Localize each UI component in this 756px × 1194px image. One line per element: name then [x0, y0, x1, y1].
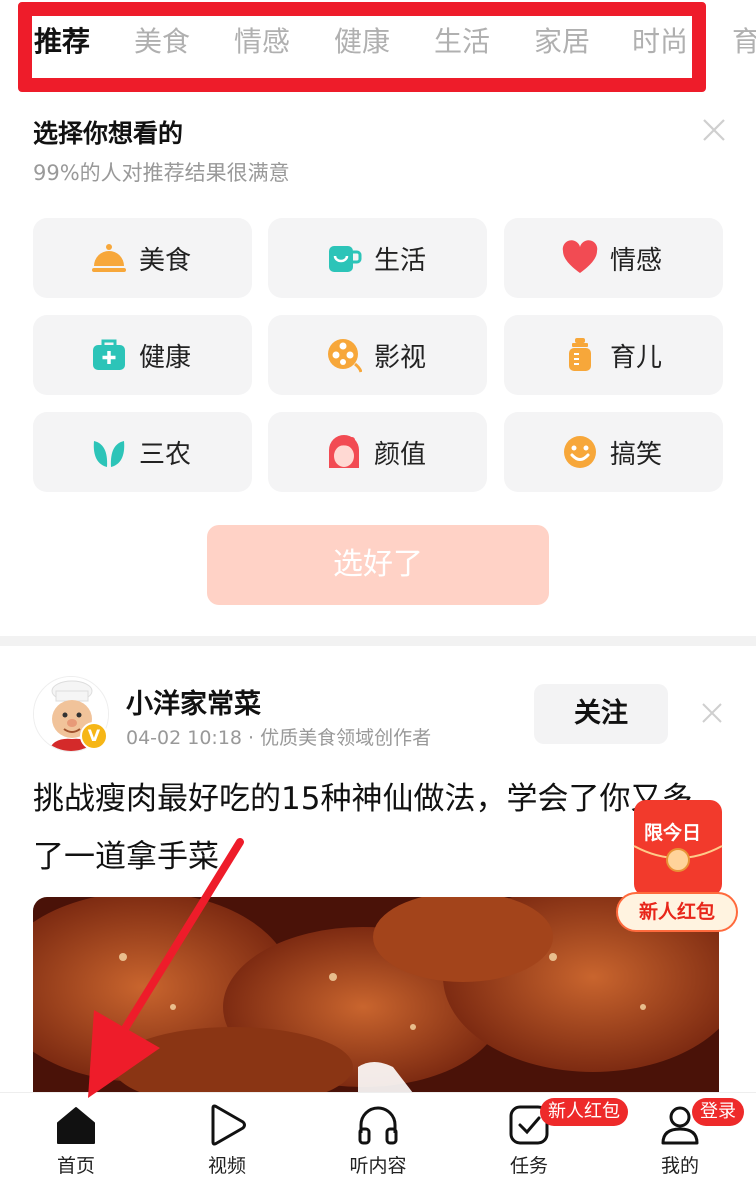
heart-icon — [562, 240, 598, 273]
headphones-icon — [358, 1106, 398, 1145]
section-divider — [0, 636, 756, 646]
tab-emotion[interactable]: 情感 — [234, 20, 290, 60]
preference-title: 选择你想看的 — [33, 119, 184, 148]
category-label: 三农 — [139, 440, 192, 470]
category-label: 情感 — [610, 246, 663, 276]
category-label: 搞笑 — [610, 440, 663, 470]
category-looks[interactable]: 颜值 — [268, 412, 487, 492]
play-icon — [211, 1104, 246, 1146]
medical-kit-icon — [93, 339, 125, 370]
promo-today-text: 限今日 — [644, 822, 702, 844]
baby-bottle-icon — [569, 338, 591, 371]
leaf-icon — [93, 441, 125, 467]
verified-badge-icon: V — [80, 722, 108, 750]
tab-parenting-partial[interactable]: 育 — [732, 20, 756, 60]
category-parenting[interactable]: 育儿 — [504, 315, 723, 395]
top-tab-bar: 推荐 美食 情感 健康 生活 家居 时尚 育 — [0, 0, 756, 82]
category-life[interactable]: 生活 — [268, 218, 487, 298]
tasks-badge: 新人红包 — [540, 1098, 628, 1126]
tab-health[interactable]: 健康 — [334, 20, 390, 60]
tab-food[interactable]: 美食 — [134, 20, 190, 60]
close-icon[interactable] — [700, 701, 724, 725]
category-label: 颜值 — [374, 440, 427, 470]
post-meta: 04-02 10:18 · 优质美食领域创作者 — [126, 727, 432, 749]
category-label: 育儿 — [610, 343, 663, 373]
nav-label: 任务 — [509, 1155, 548, 1177]
done-button[interactable]: 选好了 — [207, 525, 549, 605]
nav-video[interactable]: 视频 — [167, 1093, 287, 1193]
category-emotion[interactable]: 情感 — [504, 218, 723, 298]
category-label: 健康 — [139, 343, 192, 373]
category-food[interactable]: 美食 — [33, 218, 252, 298]
author-name[interactable]: 小洋家常菜 — [126, 682, 261, 721]
nav-label: 首页 — [56, 1155, 95, 1177]
nav-label: 视频 — [207, 1155, 246, 1177]
nav-home[interactable]: 首页 — [16, 1093, 136, 1193]
close-icon[interactable] — [700, 116, 728, 144]
category-label: 美食 — [139, 246, 192, 276]
category-label: 生活 — [374, 246, 427, 276]
bottom-nav: 首页 视频 听内容 任务 我的 新人红包 登录 — [0, 1092, 756, 1194]
home-icon — [57, 1107, 95, 1144]
tab-life[interactable]: 生活 — [434, 20, 490, 60]
nav-label: 听内容 — [349, 1155, 407, 1177]
nav-label: 我的 — [660, 1155, 699, 1177]
film-reel-icon — [328, 339, 362, 373]
category-film[interactable]: 影视 — [268, 315, 487, 395]
category-comedy[interactable]: 搞笑 — [504, 412, 723, 492]
category-agriculture[interactable]: 三农 — [33, 412, 252, 492]
tab-fashion[interactable]: 时尚 — [632, 20, 688, 60]
follow-button[interactable]: 关注 — [534, 684, 668, 744]
category-label: 影视 — [374, 343, 427, 373]
face-icon — [329, 435, 359, 468]
food-cloche-icon — [92, 244, 126, 272]
nav-listen[interactable]: 听内容 — [318, 1093, 438, 1193]
smile-icon — [564, 436, 596, 468]
preference-subtitle: 99%的人对推荐结果很满意 — [33, 161, 290, 185]
login-badge[interactable]: 登录 — [692, 1098, 744, 1126]
cup-icon — [329, 246, 362, 272]
category-health[interactable]: 健康 — [33, 315, 252, 395]
promo-label: 新人红包 — [616, 892, 738, 932]
tab-recommend[interactable]: 推荐 — [34, 20, 90, 60]
tab-home-decor[interactable]: 家居 — [534, 20, 590, 60]
